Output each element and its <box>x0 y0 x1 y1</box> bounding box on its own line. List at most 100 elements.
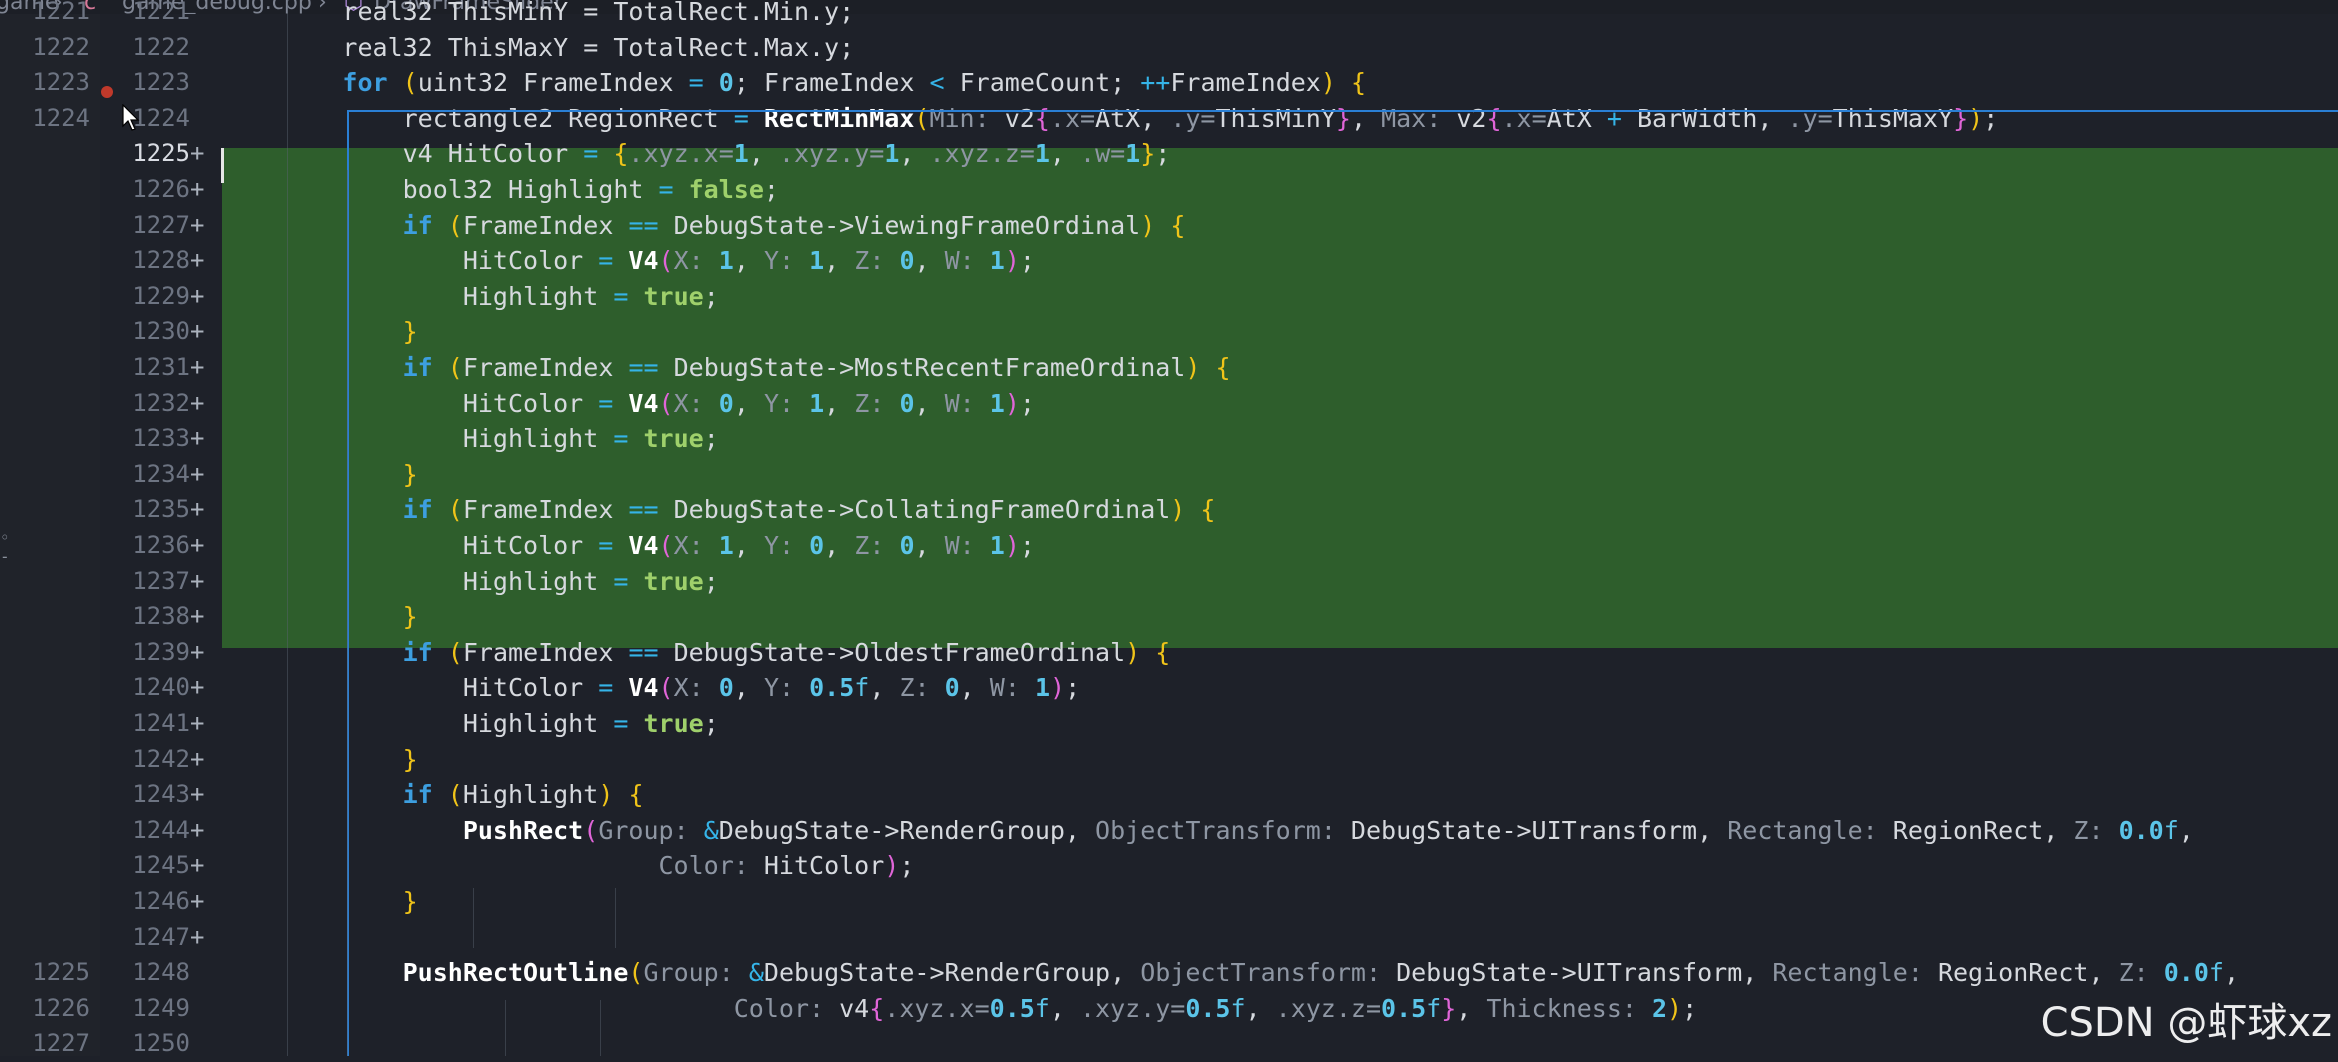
code-text[interactable]: real32 ThisMinY = TotalRect.Min.y; <box>222 0 854 30</box>
code-text[interactable]: HitColor = V4(X: 1, Y: 0, Z: 0, W: 1); <box>222 528 1035 564</box>
code-line[interactable]: 1223 1223 for (uint32 FrameIndex = 0; Fra… <box>0 65 2338 101</box>
code-text[interactable]: } <box>222 314 418 350</box>
code-text[interactable]: rectangle2 RegionRect = RectMinMax(Min: … <box>222 101 1999 137</box>
code-line[interactable]: 1225 + v4 HitColor = {.xyz.x=1, .xyz.y=1,… <box>0 136 2338 172</box>
code-text[interactable]: if (Highlight) { <box>222 777 644 813</box>
new-line-number: 1242 <box>132 744 190 773</box>
code-token: , <box>914 388 945 418</box>
code-line[interactable]: 1227 + if (FrameIndex == DebugState->View… <box>0 208 2338 244</box>
code-text[interactable]: Color: v4{.xyz.x=0.5f, .xyz.y=0.5f, .xyz… <box>222 991 1697 1027</box>
indent-guide <box>600 1000 601 1056</box>
code-line[interactable]: 1244 + PushRect(Group: &DebugState->Rende… <box>0 813 2338 849</box>
code-text[interactable]: } <box>222 742 418 778</box>
code-token: f <box>1034 993 1050 1023</box>
code-text[interactable]: real32 ThisMaxY = TotalRect.Max.y; <box>222 30 854 66</box>
code-token: , <box>748 139 779 169</box>
code-line[interactable]: 1237 + Highlight = true; <box>0 564 2338 600</box>
code-token: 0.0 <box>2163 958 2209 988</box>
code-token: ThisMaxY <box>1832 103 1954 133</box>
code-line[interactable]: 1228 + HitColor = V4(X: 1, Y: 1, Z: 0, W:… <box>0 243 2338 279</box>
code-token: , <box>733 673 764 703</box>
code-line[interactable]: 1238 + } <box>0 599 2338 635</box>
old-line-number: 1225 <box>32 958 90 987</box>
code-line[interactable]: 1224 1224 rectangle2 RegionRect = RectMin… <box>0 101 2338 137</box>
code-token: Z: <box>899 673 930 703</box>
code-text[interactable]: if (FrameIndex == DebugState->CollatingF… <box>222 492 1216 528</box>
code-line[interactable]: 1246 + } <box>0 884 2338 920</box>
old-line-number: 1224 <box>32 103 90 132</box>
code-text[interactable]: PushRectOutline(Group: &DebugState->Rend… <box>222 955 2239 991</box>
code-line[interactable]: 1245 + Color: HitColor); <box>0 848 2338 884</box>
code-token: , <box>1049 993 1080 1023</box>
code-text[interactable]: if (FrameIndex == DebugState->ViewingFra… <box>222 208 1186 244</box>
code-token: ) <box>1140 210 1156 240</box>
code-text[interactable]: Highlight = true; <box>222 706 719 742</box>
code-text[interactable]: PushRect(Group: &DebugState->RenderGroup… <box>222 813 2194 849</box>
code-line[interactable]: 1234 + } <box>0 457 2338 493</box>
code-line[interactable]: 1241 + Highlight = true; <box>0 706 2338 742</box>
code-token: V4 <box>628 388 659 418</box>
code-text[interactable]: Color: HitColor); <box>222 848 915 884</box>
code-text[interactable]: if (FrameIndex == DebugState->MostRecent… <box>222 350 1231 386</box>
code-token: PushRect <box>462 815 584 845</box>
indent-guide <box>473 888 474 948</box>
code-token: 0 <box>809 531 825 560</box>
code-line[interactable]: 1231 + if (FrameIndex == DebugState->Most… <box>0 350 2338 386</box>
code-line[interactable]: 1226 + bool32 Highlight = false; <box>0 172 2338 208</box>
code-line[interactable]: 1233 + Highlight = true; <box>0 421 2338 457</box>
code-token: Group: <box>643 958 734 988</box>
new-line-number: 1243 <box>132 780 190 809</box>
code-text[interactable]: HitColor = V4(X: 0, Y: 0.5f, Z: 0, W: 1)… <box>222 670 1080 706</box>
code-text[interactable]: HitColor = V4(X: 0, Y: 1, Z: 0, W: 1); <box>222 386 1035 422</box>
code-text[interactable]: Highlight = true; <box>222 421 719 457</box>
code-line[interactable]: 1227 1250 <box>0 1026 2338 1062</box>
code-text[interactable]: } <box>222 884 418 920</box>
code-line[interactable]: 1243 + if (Highlight) { <box>0 777 2338 813</box>
code-text[interactable]: } <box>222 457 418 493</box>
code-line[interactable]: 1247 + <box>0 920 2338 956</box>
code-token: ) <box>1125 637 1141 667</box>
new-line-number: 1233 <box>132 424 190 453</box>
code-token: Color: <box>658 851 749 881</box>
code-text[interactable]: bool32 Highlight = false; <box>222 172 779 208</box>
code-text[interactable]: Highlight = true; <box>222 279 719 315</box>
code-token: ( <box>658 673 674 703</box>
code-line[interactable]: 1221 1221 real32 ThisMinY = TotalRect.Min… <box>0 0 2338 30</box>
diff-added-marker: + <box>190 531 205 559</box>
breakpoint-dot-icon[interactable] <box>101 86 113 98</box>
code-line[interactable]: 1222 1222 real32 ThisMaxY = TotalRect.Max… <box>0 30 2338 66</box>
code-token: X: <box>673 673 704 703</box>
code-token: ) <box>1185 353 1201 382</box>
code-token: 0 <box>718 68 734 98</box>
code-line[interactable]: 1240 + HitColor = V4(X: 0, Y: 0.5f, Z: 0,… <box>0 670 2338 706</box>
code-line[interactable]: 1236 + HitColor = V4(X: 1, Y: 0, Z: 0, W:… <box>0 528 2338 564</box>
code-token: DebugState->OldestFrameOrdinal <box>658 637 1126 667</box>
code-token: true <box>643 281 704 311</box>
code-text[interactable]: } <box>222 599 418 635</box>
code-token: ) <box>598 780 614 810</box>
code-text[interactable]: v4 HitColor = {.xyz.x=1, .xyz.y=1, .xyz.… <box>222 136 1171 172</box>
code-text[interactable]: HitColor = V4(X: 1, Y: 1, Z: 0, W: 1); <box>222 243 1035 279</box>
code-text[interactable]: for (uint32 FrameIndex = 0; FrameIndex <… <box>222 65 1366 101</box>
code-line[interactable]: 1232 + HitColor = V4(X: 0, Y: 1, Z: 0, W:… <box>0 386 2338 422</box>
code-token: , <box>2178 815 2194 845</box>
code-text[interactable]: if (FrameIndex == DebugState->OldestFram… <box>222 635 1171 671</box>
code-token: FrameIndex <box>462 637 629 667</box>
code-line[interactable]: 1229 + Highlight = true; <box>0 279 2338 315</box>
code-text[interactable]: Highlight = true; <box>222 564 719 600</box>
code-line[interactable]: 1225 1248 PushRectOutline(Group: &DebugSt… <box>0 955 2338 991</box>
diff-added-marker: + <box>190 459 205 488</box>
code-line[interactable]: 1226 1249 Color: v4{.xyz.x=0.5f, .xyz.y=0… <box>0 991 2338 1027</box>
code-line[interactable]: 1239 + if (FrameIndex == DebugState->Olde… <box>0 635 2338 671</box>
code-line[interactable]: 1242 + } <box>0 742 2338 778</box>
code-line[interactable]: 1235 + if (FrameIndex == DebugState->Coll… <box>0 492 2338 528</box>
diff-added-marker: + <box>190 709 205 737</box>
code-line[interactable]: 1230 + } <box>0 314 2338 350</box>
code-token: ( <box>658 388 674 418</box>
